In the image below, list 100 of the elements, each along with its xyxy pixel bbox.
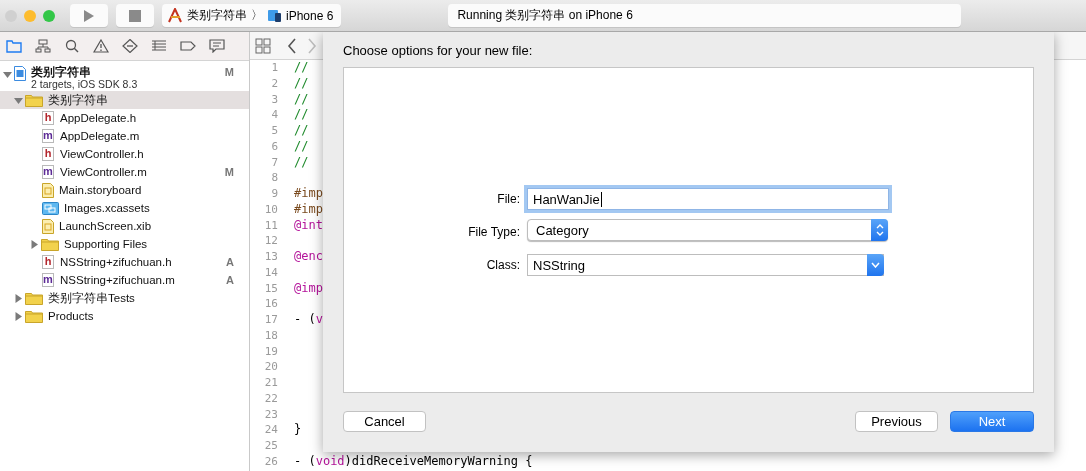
play-icon [83, 8, 95, 23]
list-icon[interactable] [151, 39, 167, 53]
project-name: 类别字符串 [31, 66, 92, 78]
line-number: 23 [263, 406, 279, 423]
file-name: ViewController.h [60, 148, 144, 160]
line-number: 16 [263, 296, 279, 312]
tree-row[interactable]: h NSString+zifuchuan.h A [0, 253, 249, 271]
folder-icon[interactable] [6, 39, 22, 53]
project-subtitle: 2 targets, iOS SDK 8.3 [31, 78, 138, 90]
line-number: 15 [263, 280, 279, 297]
stepper-arrows-icon [875, 223, 884, 237]
file-icon: m [42, 273, 54, 287]
file-name: Main.storyboard [59, 184, 142, 196]
tree-row[interactable]: Products [0, 307, 249, 325]
folder-icon [25, 93, 43, 107]
tree-row[interactable]: h ViewController.h [0, 145, 249, 163]
app-icon [168, 8, 183, 23]
tree-row[interactable]: Images.xcassets [0, 199, 249, 217]
tree-row[interactable]: 类别字符串 2 targets, iOS SDK 8.3 M [0, 63, 249, 91]
code-line: // [294, 91, 309, 108]
device-icon [267, 9, 282, 22]
line-number: 19 [263, 343, 279, 360]
line-number: 1 [270, 60, 279, 76]
code-line: // [294, 75, 309, 92]
file-icon: h [42, 255, 54, 269]
disclosure-triangle[interactable] [30, 239, 39, 249]
grid-icon[interactable] [255, 37, 271, 54]
popup-button[interactable]: Category [527, 219, 888, 241]
tree-row[interactable]: 类别字符串Tests [0, 289, 249, 307]
selected-row-highlight[interactable]: 类别字符串 [0, 91, 249, 109]
scheme-name: 类别字符串 [187, 7, 247, 24]
scheme-selector[interactable]: 类别字符串 〉 iPhone 6 [162, 4, 342, 27]
dialog-title: Choose options for your new file: [343, 43, 534, 60]
line-number: 24 [263, 422, 279, 438]
file-name: NSString+zifuchuan.h [60, 256, 172, 268]
folder-icon [41, 237, 59, 251]
code-line: // [294, 107, 309, 123]
line-number: 4 [270, 107, 279, 123]
document-icon [42, 182, 54, 198]
run-button[interactable] [70, 4, 108, 27]
search-icon[interactable] [64, 39, 80, 53]
disclosure-triangle[interactable] [3, 70, 12, 79]
file-name: AppDelegate.m [60, 130, 140, 142]
folder-icon [25, 309, 43, 323]
file-name: 类别字符串Tests [48, 290, 135, 306]
hierarchy-icon[interactable] [35, 39, 51, 53]
line-number: 26 [263, 453, 279, 470]
code-line: - (v [294, 312, 323, 328]
tag-icon[interactable] [180, 39, 196, 53]
next-button[interactable]: Next [950, 411, 1034, 432]
line-number: 6 [270, 138, 279, 155]
asset-catalog-icon [42, 201, 59, 215]
file-name: Products [48, 310, 94, 322]
line-number: 3 [270, 91, 279, 108]
code-line: } [294, 422, 302, 438]
code-line: #imp [294, 201, 323, 218]
field-label: Class: [485, 258, 521, 272]
code-line: // [294, 138, 309, 155]
cancel-button[interactable]: Cancel [343, 411, 426, 432]
document-icon [42, 218, 54, 234]
code-line: @int [294, 217, 323, 234]
tree-row[interactable]: Supporting Files [0, 235, 249, 253]
line-number: 25 [263, 438, 279, 454]
tree-row[interactable]: m AppDelegate.m [0, 127, 249, 145]
chevron-down-icon [871, 262, 880, 268]
file-icon: h [42, 111, 54, 125]
tree-row[interactable]: LaunchScreen.xib [0, 217, 249, 235]
code-line: // [294, 154, 309, 171]
file-name: ViewController.m [60, 166, 147, 178]
disclosure-triangle[interactable] [14, 311, 23, 321]
stop-button[interactable] [116, 4, 154, 27]
line-number: 13 [263, 249, 279, 265]
line-number: 10 [263, 201, 279, 218]
text-field[interactable]: HanWanJie [527, 188, 889, 210]
folder-icon [25, 291, 43, 305]
tree-row[interactable]: h AppDelegate.h [0, 109, 249, 127]
status-label: M [224, 166, 234, 178]
code-line: @imp [294, 280, 323, 297]
warning-icon[interactable] [93, 39, 109, 53]
breadcrumb-separator: 〉 [251, 7, 263, 24]
status-label: A [226, 256, 234, 268]
disclosure-triangle[interactable] [14, 293, 23, 303]
previous-button[interactable]: Previous [855, 411, 938, 432]
line-number: 7 [270, 154, 279, 171]
project-icon [14, 66, 26, 81]
code-line: - (void)didReceiveMemoryWarning { [294, 453, 533, 470]
diamond-icon[interactable] [122, 39, 138, 53]
speech-bubble-icon[interactable] [209, 39, 225, 53]
field-label: File Type: [467, 225, 521, 239]
line-number: 18 [263, 327, 279, 344]
tree-row[interactable]: m ViewController.m M [0, 163, 249, 181]
tree-row[interactable]: m NSString+zifuchuan.m A [0, 271, 249, 289]
file-name: AppDelegate.h [60, 112, 137, 124]
activity-view: Running 类别字符串 on iPhone 6 [448, 4, 962, 27]
combo-box[interactable]: NSString [527, 254, 884, 276]
disclosure-triangle[interactable] [14, 95, 23, 105]
tree-row[interactable]: Main.storyboard [0, 181, 249, 199]
line-number: 11 [263, 217, 279, 234]
file-icon: m [42, 165, 54, 179]
line-number: 9 [270, 186, 279, 202]
